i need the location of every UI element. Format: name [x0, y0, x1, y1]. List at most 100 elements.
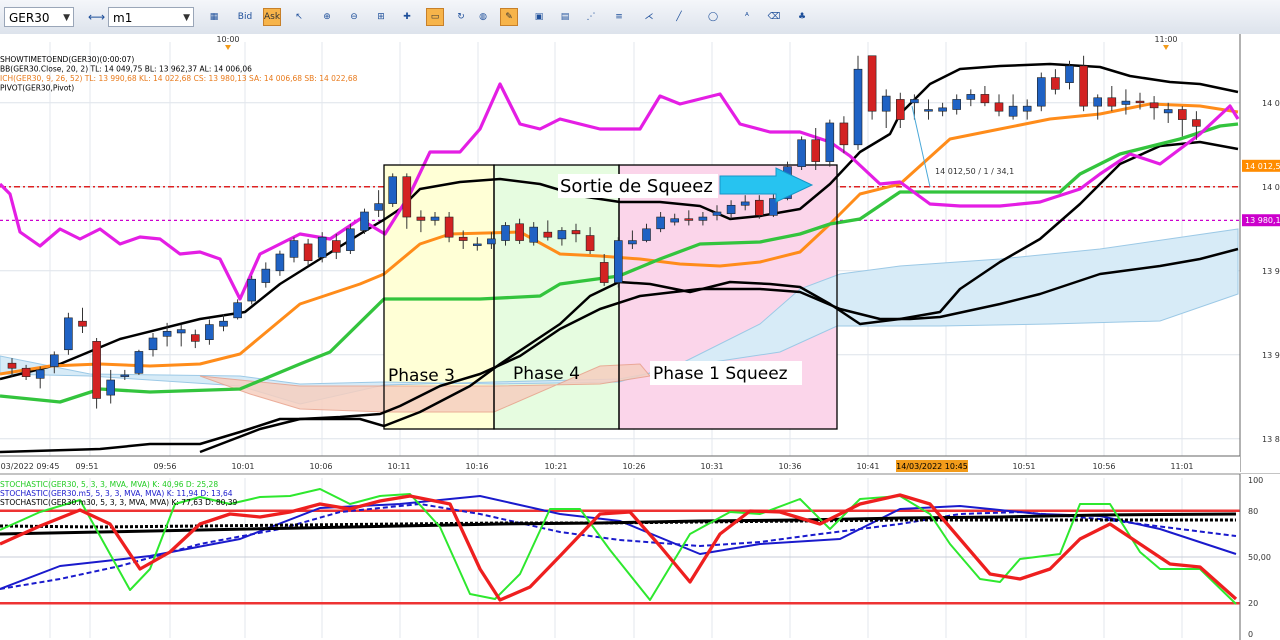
stoch-axis-label: 80 [1248, 507, 1258, 516]
indicator-label: BB(GER30.Close, 20, 2) TL: 14 049,75 BL:… [0, 65, 252, 74]
time-label: 10:41 [856, 462, 879, 471]
candle-body [811, 139, 821, 162]
time-label: 09:51 [75, 462, 98, 471]
pencil-icon[interactable]: ✎ [500, 8, 518, 26]
time-label: 10:36 [778, 462, 801, 471]
time-label: 10:56 [1092, 462, 1115, 471]
time-label: 09:56 [153, 462, 176, 471]
chart-area[interactable]: Sortie de Squeez Phase 3 Phase 4 Phase 1… [0, 34, 1280, 640]
candle-body [289, 240, 299, 258]
candle-body [515, 223, 524, 241]
candle-body [910, 99, 919, 104]
candle-body [49, 354, 59, 367]
candle-body [430, 216, 440, 221]
phase3-label: Phase 3 [388, 366, 455, 386]
candle-body [191, 334, 200, 342]
candle-body [64, 317, 73, 351]
zoom-out-icon[interactable]: ⊖ [345, 8, 363, 26]
candle-body [853, 68, 863, 146]
candle-body [21, 367, 31, 377]
candle-body [303, 243, 313, 262]
candle-body [712, 211, 722, 216]
indicator-label: PIVOT(GER30,Pivot) [0, 84, 74, 93]
stoch-axis-label: 50,00 [1248, 553, 1271, 562]
time-label: 10:31 [700, 462, 723, 471]
image-icon[interactable]: ▣ [530, 8, 548, 26]
time-label: 10:26 [622, 462, 645, 471]
chart-window-icon[interactable]: ▭ [426, 8, 444, 26]
candle-body [402, 176, 412, 218]
phase1-label: Phase 1 Squeez [653, 364, 788, 384]
price-label: 14 000 [1262, 183, 1280, 192]
phase4-label: Phase 4 [513, 364, 580, 384]
price-label: 13 950 [1262, 267, 1280, 276]
candle-body [684, 218, 694, 221]
crosshair-icon[interactable]: ✚ [398, 8, 416, 26]
candle-body [444, 216, 454, 238]
sortie-label: Sortie de Squeez [560, 176, 713, 197]
candle-body [628, 240, 637, 245]
candle-body [458, 236, 468, 241]
candle-body [275, 253, 285, 272]
ellipse-icon[interactable]: ◯ [704, 8, 722, 26]
lines-icon[interactable]: ≡ [610, 8, 628, 26]
chevron-down-icon: ▼ [63, 13, 70, 23]
symbol-select[interactable]: GER30 ▼ [4, 7, 74, 27]
candle-body [825, 122, 835, 162]
candle-body [487, 238, 496, 245]
candle-body [7, 362, 17, 369]
candle-body [543, 231, 553, 238]
template-icon[interactable]: ▤ [556, 8, 574, 26]
candle-body [670, 218, 680, 223]
top-time-label: 11:00 [1154, 35, 1177, 44]
bid-button[interactable]: Bid [236, 8, 254, 26]
candle-body [1149, 102, 1159, 109]
candle-body [374, 203, 383, 211]
bars-icon[interactable]: ▦ [205, 8, 223, 26]
candle-body [952, 99, 962, 110]
globe-icon[interactable]: ◍ [474, 8, 492, 26]
candle-body [1163, 109, 1173, 114]
price-label: 13 900 [1262, 351, 1280, 360]
candle-body [360, 211, 369, 231]
price-tag-text: 14 012,5 [1245, 162, 1280, 171]
timeframe-select[interactable]: m1 ▼ [108, 7, 194, 27]
candle-body [599, 262, 609, 283]
toolbar: GER30 ▼ ⟷ m1 ▼ ▦ Bid Ask ↖ ⊕ ⊖ ⊞ ✚ ▭ ↻ ◍ ✎ ▣ ▤ ⋰ ≡ ⋌ ╱ ◯ ᴬ ⌫ ♣ [0, 0, 1280, 35]
tree-icon[interactable]: ♣ [793, 8, 811, 26]
candle-body [613, 240, 623, 283]
candle-body [881, 95, 891, 112]
trendline-icon[interactable]: ╱ [670, 8, 688, 26]
candle-body [642, 228, 651, 241]
candle-body [1093, 97, 1102, 107]
candle-body [106, 379, 115, 396]
candle-body [134, 351, 144, 374]
chart-type-select[interactable]: ⟷ [84, 7, 106, 27]
text-tool-icon[interactable]: ᴬ [738, 8, 756, 26]
time-label: 10:16 [465, 462, 488, 471]
candle-body [247, 278, 256, 302]
time-label: 10:51 [1012, 462, 1035, 471]
fibonacci-icon[interactable]: ⋰ [582, 8, 600, 26]
pointer-icon[interactable]: ↖ [290, 8, 308, 26]
ask-button[interactable]: Ask [263, 8, 281, 26]
candle-body [839, 122, 849, 146]
candle-body [176, 329, 186, 334]
candle-body [219, 320, 228, 327]
eraser-icon[interactable]: ⌫ [765, 8, 783, 26]
candle-body [1135, 100, 1145, 104]
zoom-in-icon[interactable]: ⊕ [318, 8, 336, 26]
time-label: 11:01 [1170, 462, 1193, 471]
candle-body [317, 236, 327, 258]
symbol-value: GER30 [9, 11, 50, 25]
refresh-icon[interactable]: ↻ [452, 8, 470, 26]
candle-body [261, 268, 271, 283]
price-label: 13 850 [1262, 435, 1280, 444]
candle-body [529, 226, 539, 243]
zoom-fit-icon[interactable]: ⊞ [372, 8, 390, 26]
candle-body [938, 107, 947, 112]
candle-body [656, 216, 665, 230]
fan-icon[interactable]: ⋌ [640, 8, 658, 26]
chevron-down-icon: ▼ [183, 13, 190, 23]
candle-body [346, 228, 355, 251]
